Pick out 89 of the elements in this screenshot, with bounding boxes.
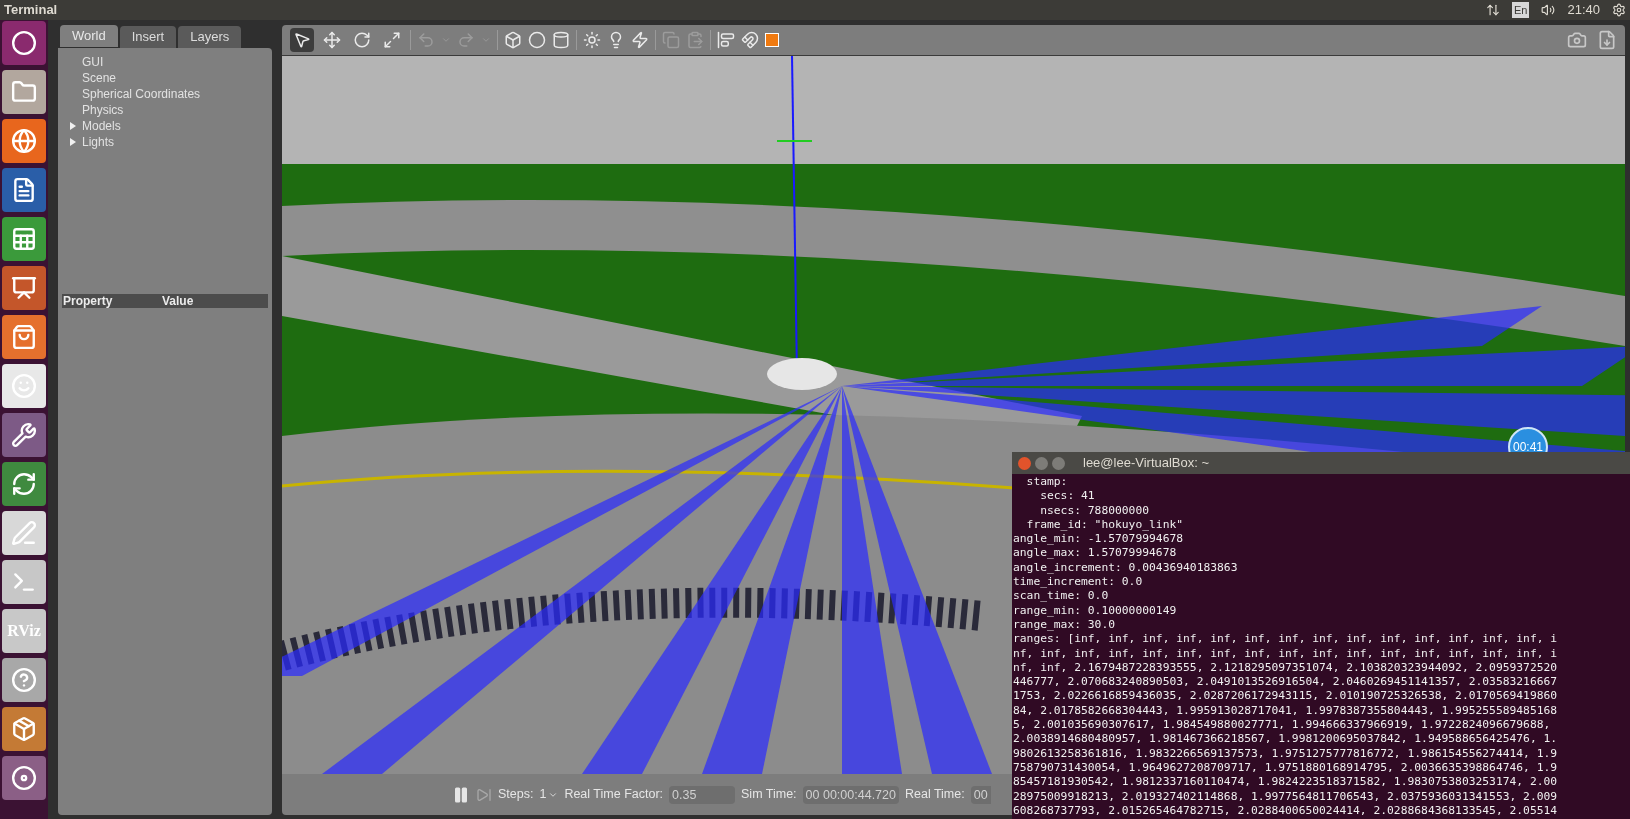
real-time-field: 00 xyxy=(970,785,991,804)
terminal-title: lee@lee-VirtualBox: ~ xyxy=(1083,454,1210,473)
box-icon xyxy=(11,716,37,742)
tree-item[interactable]: Physics xyxy=(58,102,272,118)
sun-icon[interactable] xyxy=(583,31,601,49)
tree-item[interactable]: Lights xyxy=(58,134,272,150)
settings-icon[interactable] xyxy=(1612,3,1626,17)
terminal-line: nf, inf, inf, inf, inf, inf, inf, inf, inf, inf, inf, inf, inf, inf, inf, inf, i xyxy=(1013,646,1558,661)
close-button[interactable] xyxy=(1018,456,1031,470)
move-icon xyxy=(323,31,341,49)
sim-time-field: 00 00:00:44.720 xyxy=(802,785,899,804)
scale-icon xyxy=(383,31,401,49)
terminal-line: time_increment: 0.0 xyxy=(1013,575,1143,590)
column-header: Property xyxy=(62,293,114,310)
launcher-item[interactable] xyxy=(2,462,46,506)
rotate-icon xyxy=(353,31,371,49)
terminal-line: 608268737793, 2.015265464782715, 2.0288400650024414, 2.0288684368133545, 2.05514 xyxy=(1013,803,1558,819)
color-square-icon[interactable] xyxy=(765,33,779,47)
camera-icon[interactable] xyxy=(1567,30,1587,50)
tree-item[interactable]: GUI xyxy=(58,54,272,70)
volume-icon[interactable] xyxy=(1541,3,1556,17)
tree-item[interactable]: Scene xyxy=(58,70,272,86)
terminal-line: angle_max: 1.57079994678 xyxy=(1013,546,1177,561)
launcher-item[interactable] xyxy=(2,168,46,212)
help-icon xyxy=(11,667,37,693)
disc-icon xyxy=(11,765,37,791)
minimize-button[interactable] xyxy=(1035,456,1048,470)
cylinder-icon[interactable] xyxy=(552,31,570,49)
terminal-line: scan_time: 0.0 xyxy=(1013,589,1109,604)
window-title: Terminal xyxy=(4,1,58,20)
column-header: Value xyxy=(162,293,194,310)
globe-icon xyxy=(11,128,37,154)
launcher-item[interactable] xyxy=(2,119,46,163)
launcher-item[interactable] xyxy=(2,413,46,457)
terminal-line: nsecs: 788000000 xyxy=(1039,503,1150,518)
box-icon[interactable] xyxy=(504,31,522,49)
panel-tab[interactable]: Layers xyxy=(178,26,242,48)
launcher-item[interactable] xyxy=(2,217,46,261)
terminal-line: 1753, 2.0226616859436035, 2.0287206172943115, 2.010190725326538, 2.0170569419860 xyxy=(1013,689,1558,704)
terminal-line: 2.0038914680480957, 1.981467366218567, 1.9981200695037842, 1.949588656425476, 1. xyxy=(1013,732,1558,747)
terminal-line: 758790731430054, 1.9649627208709717, 1.9751880168914795, 2.0036635398864746, 1.9 xyxy=(1013,760,1558,776)
terminal-line: 84, 2.0178582668304443, 1.995913028717041, 1.9978387355804443, 1.995255589485168 xyxy=(1013,703,1558,719)
shopping-bag-icon xyxy=(11,324,37,350)
real-time-label: Real Time: xyxy=(904,786,965,804)
steps-label: Steps: xyxy=(498,786,534,804)
refresh-icon xyxy=(11,471,37,497)
launcher-item[interactable] xyxy=(2,266,46,310)
launcher-item[interactable] xyxy=(2,21,46,65)
pointer-icon xyxy=(293,31,311,49)
terminal-line: frame_id: "hokuyo_link" xyxy=(1025,517,1184,533)
terminal-line: secs: 41 xyxy=(1039,489,1095,504)
pause-icon[interactable] xyxy=(452,785,470,804)
launcher-item[interactable] xyxy=(2,707,46,751)
tree-item[interactable]: Models xyxy=(58,118,272,134)
terminal-line: 446777, 2.070683240890503, 2.0491013526916504, 2.0460269451141357, 2.03583216667 xyxy=(1013,675,1558,690)
terminal-line: range_min: 0.10000000149 xyxy=(1013,603,1177,618)
tool-button[interactable] xyxy=(290,28,314,52)
presentation-icon xyxy=(11,275,37,301)
terminal-line: range_max: 30.0 xyxy=(1013,617,1116,633)
align-icon[interactable] xyxy=(717,31,735,49)
launcher-item[interactable] xyxy=(2,756,46,800)
sim-time-label: Sim Time: xyxy=(741,786,797,804)
terminal-line: angle_min: -1.57079994678 xyxy=(1013,532,1184,547)
panel-tab[interactable]: Insert xyxy=(119,26,177,48)
maximize-button[interactable] xyxy=(1052,456,1065,470)
panel-tab[interactable]: World xyxy=(60,25,118,47)
clock[interactable]: 21:40 xyxy=(1567,0,1600,20)
step-icon[interactable] xyxy=(476,786,492,803)
terminal-line: 5, 2.001035690307617, 1.984549880027771, 1.994666337966919, 1.9722824096679688, xyxy=(1013,718,1551,733)
terminal-line: stamp: xyxy=(1025,475,1068,490)
log-file-icon[interactable] xyxy=(1597,30,1617,50)
spreadsheet-icon xyxy=(11,226,37,252)
directional-light-icon[interactable] xyxy=(631,31,649,49)
sphere-icon[interactable] xyxy=(528,31,546,49)
terminal-line: nf, inf, 2.1679487228393555, 2.1218295097351074, 2.103820323944092, 2.0959372520 xyxy=(1013,660,1558,676)
rtf-field: 0.35 xyxy=(669,785,736,804)
tree-item[interactable]: Spherical Coordinates xyxy=(58,86,272,102)
network-arrows-icon[interactable] xyxy=(1486,3,1500,17)
rtf-label: Real Time Factor: xyxy=(564,786,664,804)
terminal-line: 9802613258361816, 1.9832266569137573, 1.9751275777816772, 1.986154556274414, 1.9 xyxy=(1013,746,1558,761)
terminal-line: 85457181930542, 1.9812337160110474, 1.9824223518371582, 1.9830753803253174, 2.00 xyxy=(1013,775,1558,790)
terminal-line: ranges: [inf, inf, inf, inf, inf, inf, inf, inf, inf, inf, inf, inf, inf, inf, i xyxy=(1013,632,1558,647)
magnet-icon[interactable] xyxy=(741,31,759,49)
terminal-line: angle_increment: 0.00436940183863 xyxy=(1013,560,1238,576)
keyboard-indicator[interactable]: En xyxy=(1512,1,1530,19)
document-icon xyxy=(11,177,37,203)
terminal-line: 28975009918213, 2.019327402114868, 1.9977564811706543, 2.0375936031341553, 2.009 xyxy=(1013,789,1558,804)
circle-logo-icon xyxy=(11,30,37,56)
steps-dropdown[interactable]: 1 xyxy=(539,785,559,804)
